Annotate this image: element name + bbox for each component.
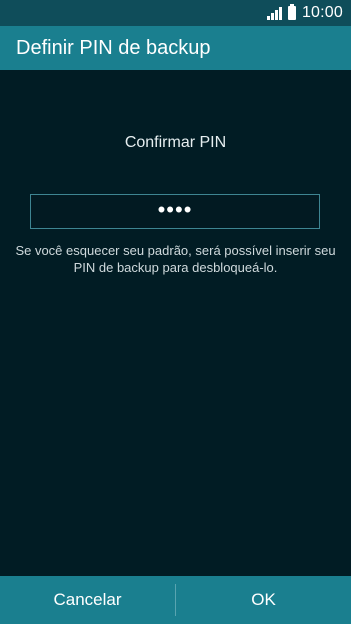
pin-input[interactable]: •••• xyxy=(30,194,320,229)
ok-button[interactable]: OK xyxy=(176,576,351,624)
content-area: Confirmar PIN •••• Se você esquecer seu … xyxy=(0,70,351,576)
confirm-pin-label: Confirmar PIN xyxy=(124,134,227,151)
hint-line-2: PIN de backup para desbloqueá-lo. xyxy=(73,260,278,275)
hint-text: Se você esquecer seu padrão, será possív… xyxy=(0,242,351,276)
status-time: 10:00 xyxy=(301,4,343,21)
page-title: Definir PIN de backup xyxy=(16,36,211,59)
status-bar: 10:00 xyxy=(0,0,351,26)
pin-masked-value: •••• xyxy=(157,196,193,222)
signal-icon xyxy=(266,6,282,20)
screen: 10:00 Definir PIN de backup Confirmar PI… xyxy=(0,0,351,624)
bottom-button-bar: Cancelar OK xyxy=(0,576,351,624)
cancel-button[interactable]: Cancelar xyxy=(0,576,175,624)
hint-line-1: Se você esquecer seu padrão, será possív… xyxy=(15,243,336,258)
action-bar: Definir PIN de backup xyxy=(0,26,351,70)
battery-icon xyxy=(287,4,296,20)
